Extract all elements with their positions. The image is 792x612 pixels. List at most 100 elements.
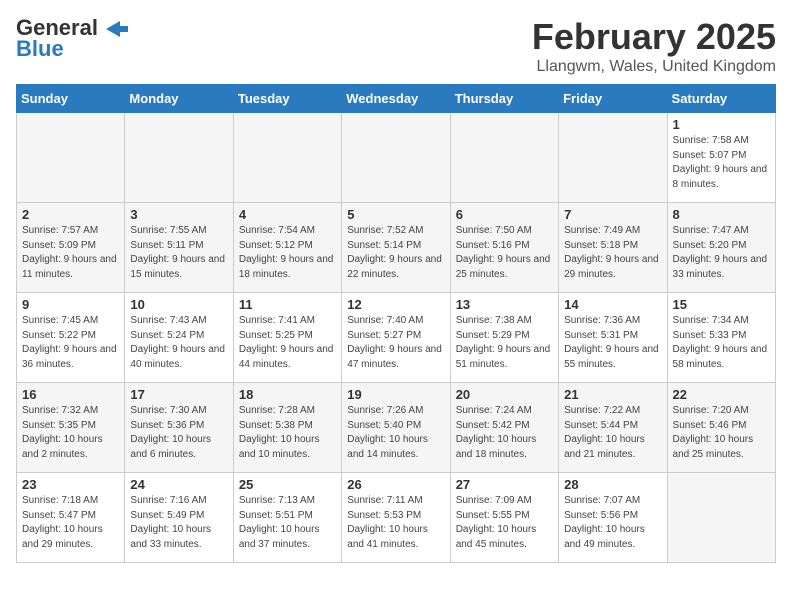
day-info: Sunrise: 7:54 AM Sunset: 5:12 PM Dayligh… [239,224,336,282]
day-info: Sunrise: 7:41 AM Sunset: 5:25 PM Dayligh… [239,314,336,372]
day-cell: 20 Sunrise: 7:24 AM Sunset: 5:42 PM Dayli… [450,383,558,473]
day-cell [667,473,775,563]
day-cell: 27 Sunrise: 7:09 AM Sunset: 5:55 PM Dayli… [450,473,558,563]
day-info: Sunrise: 7:50 AM Sunset: 5:16 PM Dayligh… [456,224,553,282]
day-info: Sunrise: 7:34 AM Sunset: 5:33 PM Dayligh… [673,314,770,372]
day-number: 28 [564,477,661,492]
day-info: Sunrise: 7:38 AM Sunset: 5:29 PM Dayligh… [456,314,553,372]
day-info: Sunrise: 7:45 AM Sunset: 5:22 PM Dayligh… [22,314,119,372]
logo-arrow-icon [106,21,128,37]
day-cell: 8Sunrise: 7:47 AM Sunset: 5:20 PM Daylig… [667,203,775,293]
day-number: 25 [239,477,336,492]
day-number: 10 [130,297,227,312]
calendar-table: SundayMondayTuesdayWednesdayThursdayFrid… [16,84,776,563]
day-cell: 9 Sunrise: 7:45 AM Sunset: 5:22 PM Daylig… [17,293,125,383]
day-info: Sunrise: 7:43 AM Sunset: 5:24 PM Dayligh… [130,314,227,372]
day-number: 12 [347,297,444,312]
day-cell: 26 Sunrise: 7:11 AM Sunset: 5:53 PM Dayli… [342,473,450,563]
day-number: 21 [564,387,661,402]
day-cell: 28 Sunrise: 7:07 AM Sunset: 5:56 PM Dayli… [559,473,667,563]
header-sunday: Sunday [17,85,125,113]
day-info: Sunrise: 7:55 AM Sunset: 5:11 PM Dayligh… [130,224,227,282]
day-number: 18 [239,387,336,402]
day-cell [17,113,125,203]
day-number: 24 [130,477,227,492]
day-cell [233,113,341,203]
day-number: 3 [130,207,227,222]
day-number: 17 [130,387,227,402]
day-cell [342,113,450,203]
day-cell: 13 Sunrise: 7:38 AM Sunset: 5:29 PM Dayli… [450,293,558,383]
day-cell: 25 Sunrise: 7:13 AM Sunset: 5:51 PM Dayli… [233,473,341,563]
day-cell: 4 Sunrise: 7:54 AM Sunset: 5:12 PM Daylig… [233,203,341,293]
day-info: Sunrise: 7:18 AM Sunset: 5:47 PM Dayligh… [22,494,119,552]
day-cell: 2 Sunrise: 7:57 AM Sunset: 5:09 PM Daylig… [17,203,125,293]
location: Llangwm, Wales, United Kingdom [532,58,776,76]
title-section: February 2025 Llangwm, Wales, United Kin… [532,16,776,76]
day-cell: 1 Sunrise: 7:58 AM Sunset: 5:07 PM Daylig… [667,113,775,203]
header-monday: Monday [125,85,233,113]
day-number: 27 [456,477,553,492]
day-number: 4 [239,207,336,222]
day-cell: 3 Sunrise: 7:55 AM Sunset: 5:11 PM Daylig… [125,203,233,293]
day-cell: 6Sunrise: 7:50 AM Sunset: 5:16 PM Daylig… [450,203,558,293]
week-row-2: 2 Sunrise: 7:57 AM Sunset: 5:09 PM Daylig… [17,203,776,293]
header-wednesday: Wednesday [342,85,450,113]
day-info: Sunrise: 7:52 AM Sunset: 5:14 PM Dayligh… [347,224,444,282]
day-number: 15 [673,297,770,312]
day-info: Sunrise: 7:28 AM Sunset: 5:38 PM Dayligh… [239,404,336,462]
day-number: 22 [673,387,770,402]
day-number: 2 [22,207,119,222]
day-number: 13 [456,297,553,312]
header-friday: Friday [559,85,667,113]
day-cell: 14Sunrise: 7:36 AM Sunset: 5:31 PM Dayli… [559,293,667,383]
day-info: Sunrise: 7:16 AM Sunset: 5:49 PM Dayligh… [130,494,227,552]
logo-blue: Blue [16,36,64,62]
day-cell: 18 Sunrise: 7:28 AM Sunset: 5:38 PM Dayli… [233,383,341,473]
day-cell: 21 Sunrise: 7:22 AM Sunset: 5:44 PM Dayli… [559,383,667,473]
day-cell: 10 Sunrise: 7:43 AM Sunset: 5:24 PM Dayli… [125,293,233,383]
day-cell: 23Sunrise: 7:18 AM Sunset: 5:47 PM Dayli… [17,473,125,563]
day-cell: 24 Sunrise: 7:16 AM Sunset: 5:49 PM Dayli… [125,473,233,563]
day-cell [125,113,233,203]
day-number: 7 [564,207,661,222]
day-info: Sunrise: 7:13 AM Sunset: 5:51 PM Dayligh… [239,494,336,552]
day-number: 26 [347,477,444,492]
day-info: Sunrise: 7:49 AM Sunset: 5:18 PM Dayligh… [564,224,661,282]
day-info: Sunrise: 7:22 AM Sunset: 5:44 PM Dayligh… [564,404,661,462]
day-info: Sunrise: 7:24 AM Sunset: 5:42 PM Dayligh… [456,404,553,462]
day-number: 16 [22,387,119,402]
day-number: 14 [564,297,661,312]
day-cell: 22Sunrise: 7:20 AM Sunset: 5:46 PM Dayli… [667,383,775,473]
header: General Blue February 2025 Llangwm, Wale… [16,16,776,76]
month-year: February 2025 [532,16,776,58]
day-info: Sunrise: 7:07 AM Sunset: 5:56 PM Dayligh… [564,494,661,552]
week-row-3: 9 Sunrise: 7:45 AM Sunset: 5:22 PM Daylig… [17,293,776,383]
week-row-5: 23Sunrise: 7:18 AM Sunset: 5:47 PM Dayli… [17,473,776,563]
day-info: Sunrise: 7:32 AM Sunset: 5:35 PM Dayligh… [22,404,119,462]
day-number: 19 [347,387,444,402]
week-row-4: 16 Sunrise: 7:32 AM Sunset: 5:35 PM Dayli… [17,383,776,473]
day-info: Sunrise: 7:26 AM Sunset: 5:40 PM Dayligh… [347,404,444,462]
logo: General Blue [16,16,128,62]
day-cell: 19 Sunrise: 7:26 AM Sunset: 5:40 PM Dayli… [342,383,450,473]
day-cell: 5 Sunrise: 7:52 AM Sunset: 5:14 PM Daylig… [342,203,450,293]
day-info: Sunrise: 7:57 AM Sunset: 5:09 PM Dayligh… [22,224,119,282]
day-cell: 12 Sunrise: 7:40 AM Sunset: 5:27 PM Dayli… [342,293,450,383]
day-info: Sunrise: 7:58 AM Sunset: 5:07 PM Dayligh… [673,134,770,192]
week-row-1: 1 Sunrise: 7:58 AM Sunset: 5:07 PM Daylig… [17,113,776,203]
day-number: 5 [347,207,444,222]
day-info: Sunrise: 7:09 AM Sunset: 5:55 PM Dayligh… [456,494,553,552]
day-cell [450,113,558,203]
day-cell: 17 Sunrise: 7:30 AM Sunset: 5:36 PM Dayli… [125,383,233,473]
header-saturday: Saturday [667,85,775,113]
day-cell [559,113,667,203]
day-cell: 15 Sunrise: 7:34 AM Sunset: 5:33 PM Dayli… [667,293,775,383]
day-number: 1 [673,117,770,132]
day-cell: 16 Sunrise: 7:32 AM Sunset: 5:35 PM Dayli… [17,383,125,473]
day-info: Sunrise: 7:11 AM Sunset: 5:53 PM Dayligh… [347,494,444,552]
day-number: 20 [456,387,553,402]
day-info: Sunrise: 7:30 AM Sunset: 5:36 PM Dayligh… [130,404,227,462]
day-number: 9 [22,297,119,312]
day-info: Sunrise: 7:40 AM Sunset: 5:27 PM Dayligh… [347,314,444,372]
